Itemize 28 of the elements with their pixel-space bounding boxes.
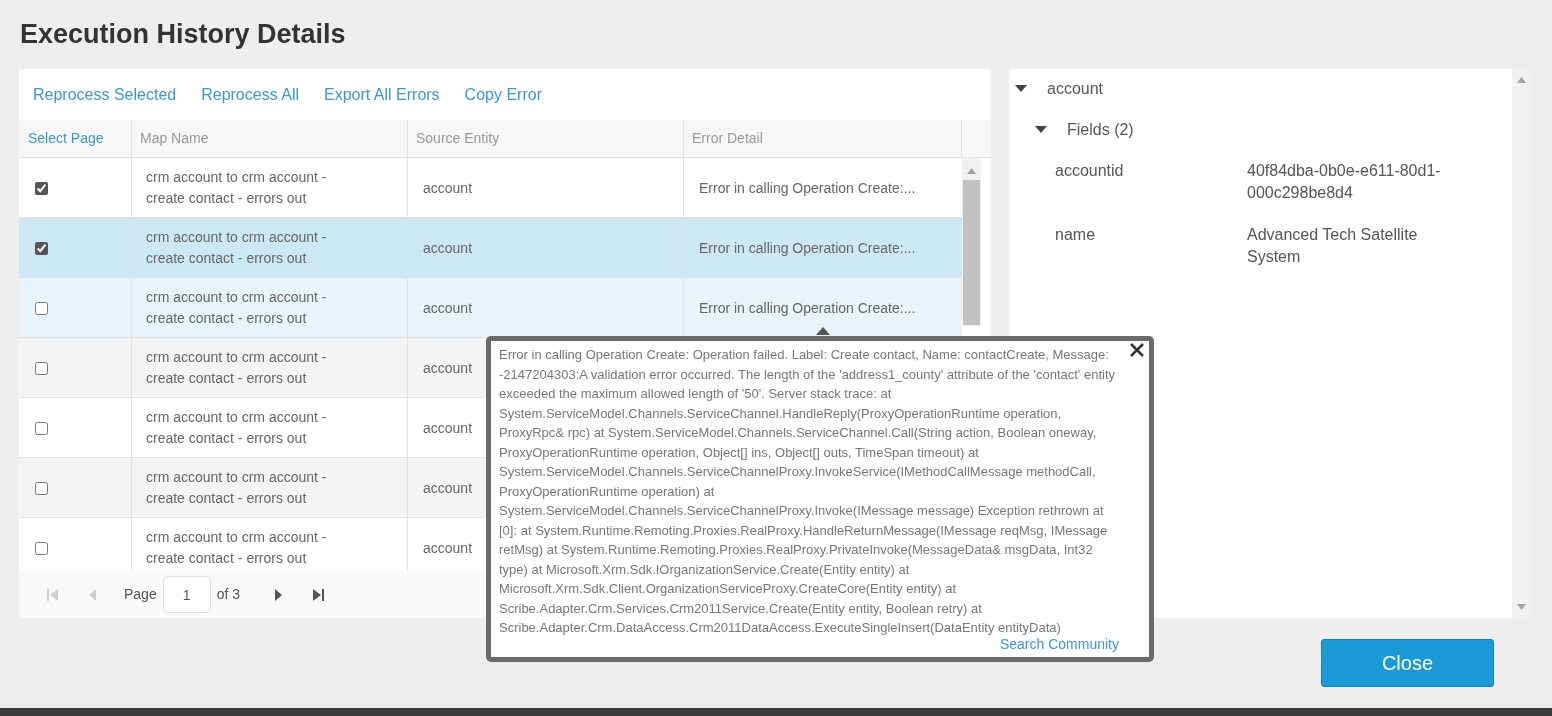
field-name: accountid (1055, 161, 1125, 181)
table-cell-text: account (423, 238, 473, 258)
table-cell-text: Error in calling Operation Create:... (699, 298, 916, 318)
page-label: Page (124, 585, 157, 604)
table-cell-text: crm account to crm account - create contact - errors out (146, 228, 328, 268)
field-value: Advanced Tech Satellite System (1247, 225, 1419, 267)
table-cell-text: crm account to crm account - create contact - errors out (146, 468, 328, 508)
table-cell-text: Error in calling Operation Create:... (699, 178, 916, 198)
table-cell-text: account (423, 538, 473, 558)
column-header: Error Detail (692, 129, 763, 148)
table-cell-text: account (423, 418, 473, 438)
field-name: name (1055, 225, 1097, 245)
field-value: 40f84dba-0b0e-e611-80d1-000c298be8d4 (1247, 161, 1442, 203)
table-cell-text: account (423, 478, 473, 498)
table-cell-text: account (423, 178, 473, 198)
dialog-title: Execution History Details (20, 18, 346, 52)
table-cell-text: account (423, 298, 473, 318)
error-message: Error in calling Operation Create: Operation failed. Label: Create contact, Name: contactCreate, Message: -2147204303:A validation error occurred. The length of the 'address1_county' attribute of the 'contact' entity exceeded the maximum allowed length of '50'. Server stack trace: at System.ServiceModel.Channels.ServiceChannel.HandleReply(ProxyOperationRuntime operation, ProxyRpc& rpc) at System.ServiceModel.Channels.ServiceChannel.Call(String action, Boolean oneway, ProxyOperationRuntime operation, Object[] ins, Object[] outs, TimeSpan timeout) at System.ServiceModel.Channels.ServiceChannelProxy.InvokeService(IMethodCallMessage methodCall, ProxyOperationRuntime operation) at System.ServiceModel.Channels.ServiceChannelProxy.Invoke(IMessage message) Exception rethrown at [0]: at System.Runtime.Remoting.Proxies.RealProxy.HandleReturnMessage(IMessage reqMsg, IMessage retMsg) at System.Runtime.Remoting.Proxies.RealProxy.PrivateInvoke(MessageData& msgData, Int32 type) at Microsoft.Xrm.Sdk.IOrganizationService.Create(Entity entity) at Microsoft.Xrm.Sdk.Client.OrganizationServiceProxy.CreateCore(Entity entity) at Scribe.Adapter.Crm.Services.Crm2011Service.Create(Entity entity, Boolean retry) at Scribe.Adapter.Crm.DataAccess.Crm2011DataAccess.ExecuteSingleInsert(DataEntity entityData) (499, 346, 1117, 637)
column-header: Map Name (140, 129, 209, 148)
table-cell-text: crm account to crm account - create contact - errors out (146, 408, 328, 448)
column-header: Source Entity (416, 129, 500, 148)
table-cell-text: crm account to crm account - create contact - errors out (146, 288, 328, 328)
page-count: of 3 (216, 585, 241, 604)
table-cell-text: crm account to crm account - create contact - errors out (146, 168, 328, 208)
table-cell-text: crm account to crm account - create contact - errors out (146, 348, 328, 388)
table-cell-text: Error in calling Operation Create:... (699, 238, 916, 258)
table-cell-text: account (423, 358, 473, 378)
table-cell-text: crm account to crm account - create contact - errors out (146, 528, 328, 568)
